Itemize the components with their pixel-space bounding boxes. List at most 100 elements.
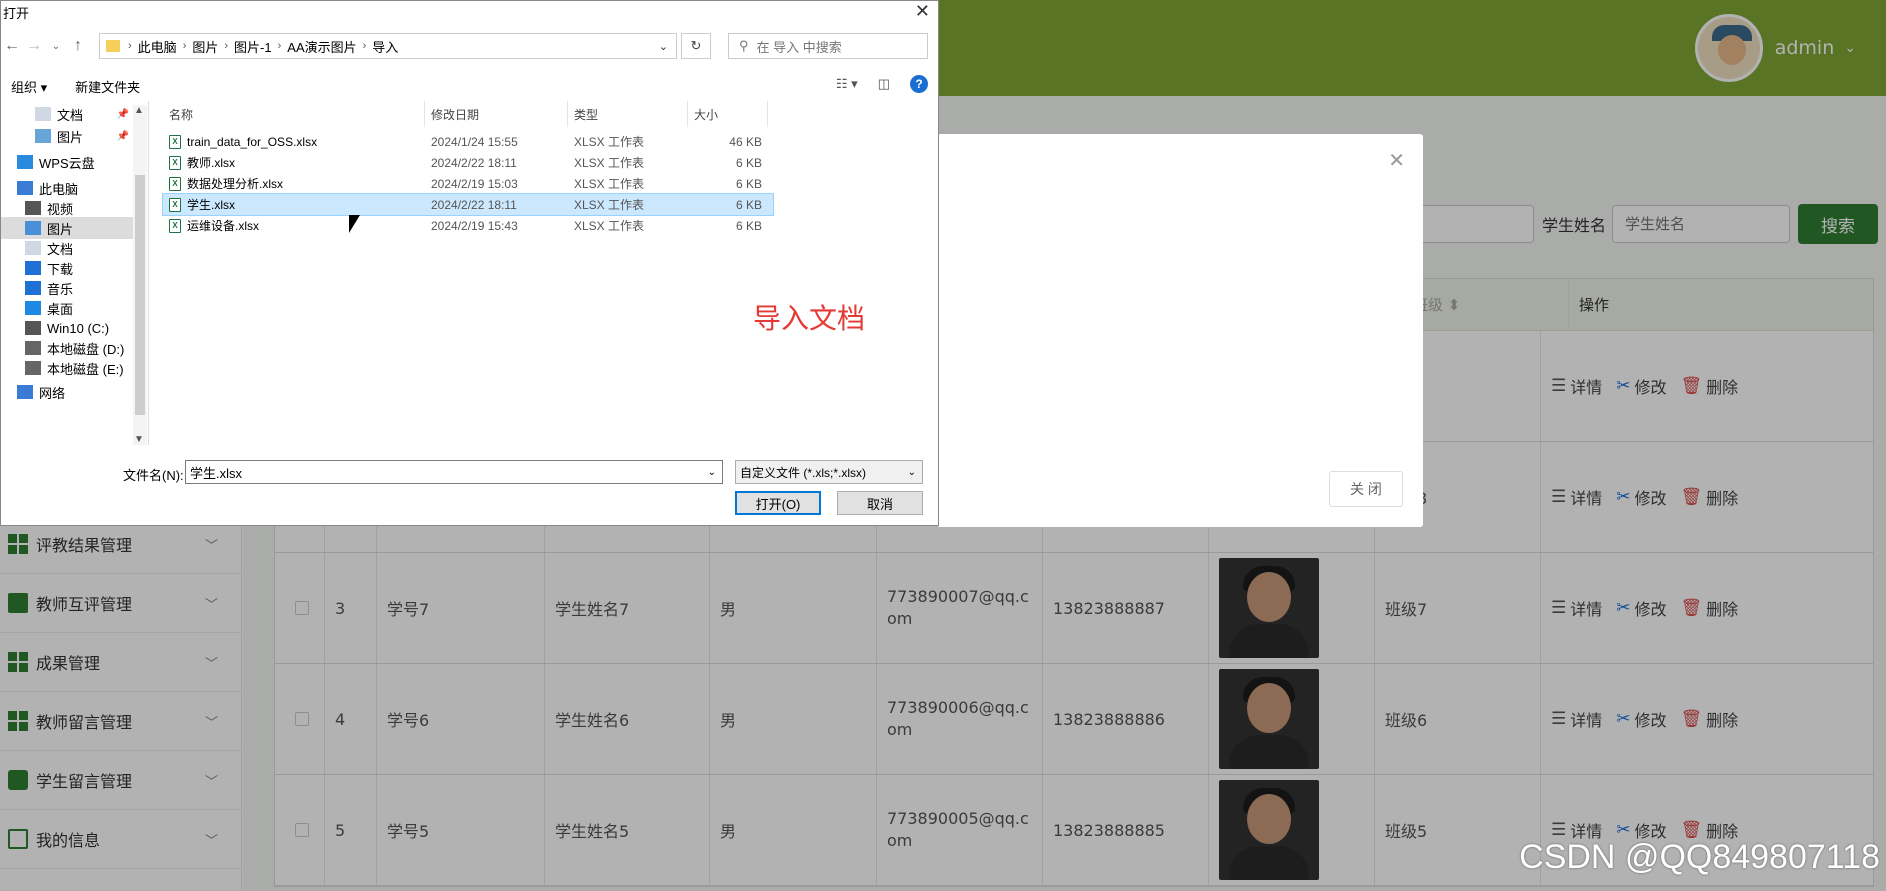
back-arrow-icon[interactable]: ←: [1, 37, 23, 55]
nav-item[interactable]: 图片 📌: [1, 125, 147, 147]
nav-item[interactable]: 桌面: [1, 297, 147, 319]
breadcrumb-item[interactable]: 此电脑: [138, 37, 177, 56]
folder-icon: [25, 201, 41, 215]
breadcrumb-item[interactable]: 导入: [372, 37, 398, 56]
chevron-down-icon: ⌄: [907, 466, 916, 478]
nav-item[interactable]: 下载: [1, 257, 147, 279]
breadcrumb-separator: ›: [224, 40, 229, 52]
app-root: admin ⌄ 评教结果管理 ﹀ 教师互评管理 ﹀ 成果管理 ﹀ 教师留言管理 ﹀ 学生…: [0, 0, 1886, 891]
dialog-title: 打开: [3, 5, 30, 21]
file-list: 名称 修改日期 类型 大小 Xtrain_data_for_OSS.xlsx 20…: [162, 101, 774, 236]
nav-item[interactable]: 本地磁盘 (D:): [1, 337, 147, 359]
col-size[interactable]: 大小: [688, 101, 768, 127]
nav-item[interactable]: 音乐: [1, 277, 147, 299]
nav-item-label: 文档: [47, 241, 74, 257]
cancel-button[interactable]: 取消: [837, 491, 923, 515]
address-bar[interactable]: › 此电脑 › 图片 › 图片-1 › AA演示图片 › 导入 ⌄: [99, 33, 677, 59]
nav-item-label: 本地磁盘 (E:): [47, 361, 124, 377]
file-type: XLSX 工作表: [574, 177, 645, 191]
filename-row: 文件名(N): 学生.xlsx ⌄ 自定义文件 (*.xls;*.xlsx) ⌄: [1, 459, 940, 487]
nav-item-label: 网络: [39, 385, 66, 401]
dialog-buttons: 打开(O) 取消: [1, 491, 940, 517]
preview-pane-icon[interactable]: ◫: [878, 76, 890, 92]
col-type[interactable]: 类型: [568, 101, 688, 127]
nav-scrollbar[interactable]: ▲ ▼: [133, 105, 147, 445]
nav-item-label: Win10 (C:): [47, 320, 110, 336]
close-icon[interactable]: ✕: [1388, 148, 1405, 172]
nav-item[interactable]: 文档 📌: [1, 103, 147, 125]
file-size: 46 KB: [729, 134, 762, 149]
folder-icon: [35, 107, 51, 121]
nav-item-label: WPS云盘: [39, 155, 95, 171]
breadcrumb-item[interactable]: AA演示图片: [287, 37, 356, 56]
file-item[interactable]: X 数据处理分析.xlsx 2024/2/19 15:03 XLSX 工作表 6 KB: [163, 173, 773, 194]
excel-file-icon: X: [169, 197, 181, 212]
nav-item-label: 视频: [47, 201, 74, 217]
annotation-text: 导入文档: [753, 302, 866, 335]
file-name-cell: X 运维设备.xlsx: [163, 217, 425, 234]
excel-file-icon: X: [169, 134, 181, 149]
filename-value: 学生.xlsx: [190, 465, 243, 481]
col-name[interactable]: 名称: [163, 101, 425, 127]
file-name-cell: Xtrain_data_for_OSS.xlsx: [163, 134, 425, 149]
drive-icon: [25, 361, 41, 375]
nav-item-label: 本地磁盘 (D:): [47, 341, 125, 357]
file-item[interactable]: X 教师.xlsx 2024/2/22 18:11 XLSX 工作表 6 KB: [163, 152, 773, 173]
chevron-down-icon[interactable]: ⌄: [659, 40, 668, 53]
folder-search-input[interactable]: ⚲ 在 导入 中搜索: [728, 33, 928, 59]
file-name: train_data_for_OSS.xlsx: [187, 134, 318, 149]
open-button[interactable]: 打开(O): [735, 491, 821, 515]
close-icon[interactable]: ✕: [915, 1, 930, 22]
filename-input[interactable]: 学生.xlsx ⌄: [185, 460, 723, 484]
folder-icon: [17, 385, 33, 399]
file-date: 2024/1/24 15:55: [431, 134, 518, 149]
chevron-down-icon[interactable]: ⌄: [708, 467, 716, 478]
file-size: 6 KB: [735, 197, 762, 212]
pin-icon: 📌: [116, 130, 129, 142]
refresh-icon[interactable]: ↻: [681, 33, 711, 59]
pin-icon: 📌: [116, 108, 129, 120]
nav-item[interactable]: 本地磁盘 (E:): [1, 357, 147, 379]
up-arrow-icon[interactable]: ↑: [67, 37, 89, 55]
drive-icon: [25, 341, 41, 355]
forward-arrow-icon[interactable]: →: [23, 37, 45, 55]
modal-close-button[interactable]: 关 闭: [1329, 471, 1403, 507]
filename-label: 文件名(N):: [123, 468, 184, 483]
file-type-select[interactable]: 自定义文件 (*.xls;*.xlsx) ⌄: [735, 460, 923, 484]
nav-item[interactable]: Win10 (C:): [1, 317, 147, 339]
nav-item[interactable]: 视频: [1, 197, 147, 219]
file-item[interactable]: X 运维设备.xlsx 2024/2/19 15:43 XLSX 工作表 6 KB: [163, 215, 773, 236]
col-date[interactable]: 修改日期: [425, 101, 568, 127]
recent-dropdown-icon[interactable]: ⌄: [45, 41, 67, 52]
nav-item[interactable]: WPS云盘: [1, 151, 147, 173]
nav-item[interactable]: 图片: [1, 217, 147, 239]
breadcrumb-item[interactable]: 图片-1: [234, 37, 272, 56]
view-options-icon[interactable]: ☷ ▾: [836, 76, 858, 92]
file-name-cell: X 学生.xlsx: [163, 196, 425, 213]
file-type: XLSX 工作表: [574, 156, 645, 170]
nav-item[interactable]: 此电脑: [1, 177, 147, 199]
file-name-cell: X 教师.xlsx: [163, 154, 425, 171]
folder-icon: [25, 241, 41, 255]
file-type: XLSX 工作表: [574, 198, 645, 212]
folder-icon: [35, 129, 51, 143]
nav-item-label: 文档: [57, 107, 84, 123]
file-type: XLSX 工作表: [574, 219, 645, 233]
address-row: ← → ⌄ ↑ › 此电脑 › 图片 › 图片-1 › AA演示图片 › 导入 …: [1, 31, 940, 61]
file-item[interactable]: X 学生.xlsx 2024/2/22 18:11 XLSX 工作表 6 KB: [162, 193, 774, 216]
nav-item[interactable]: 文档: [1, 237, 147, 259]
nav-item[interactable]: 网络: [1, 381, 147, 403]
navigation-pane: 文档 📌 图片 📌 WPS云盘 此电脑 视频 图片 文档 下载 音乐 桌面 Win10 (C:) 本地磁盘…: [1, 101, 149, 445]
file-name: 学生.xlsx: [187, 198, 236, 212]
folder-icon: [106, 40, 120, 52]
folder-icon: [25, 281, 41, 295]
breadcrumb-item[interactable]: 图片: [192, 37, 218, 56]
organize-menu[interactable]: 组织 ▾: [11, 77, 47, 96]
file-item[interactable]: Xtrain_data_for_OSS.xlsx 2024/1/24 15:55 X…: [163, 131, 773, 152]
new-folder-button[interactable]: 新建文件夹: [75, 77, 140, 96]
scroll-thumb[interactable]: [135, 175, 145, 415]
import-modal: ✕ 关 闭: [937, 134, 1423, 527]
help-icon[interactable]: ?: [910, 75, 928, 93]
computer-icon: [17, 181, 33, 195]
file-name: 运维设备.xlsx: [187, 219, 260, 233]
